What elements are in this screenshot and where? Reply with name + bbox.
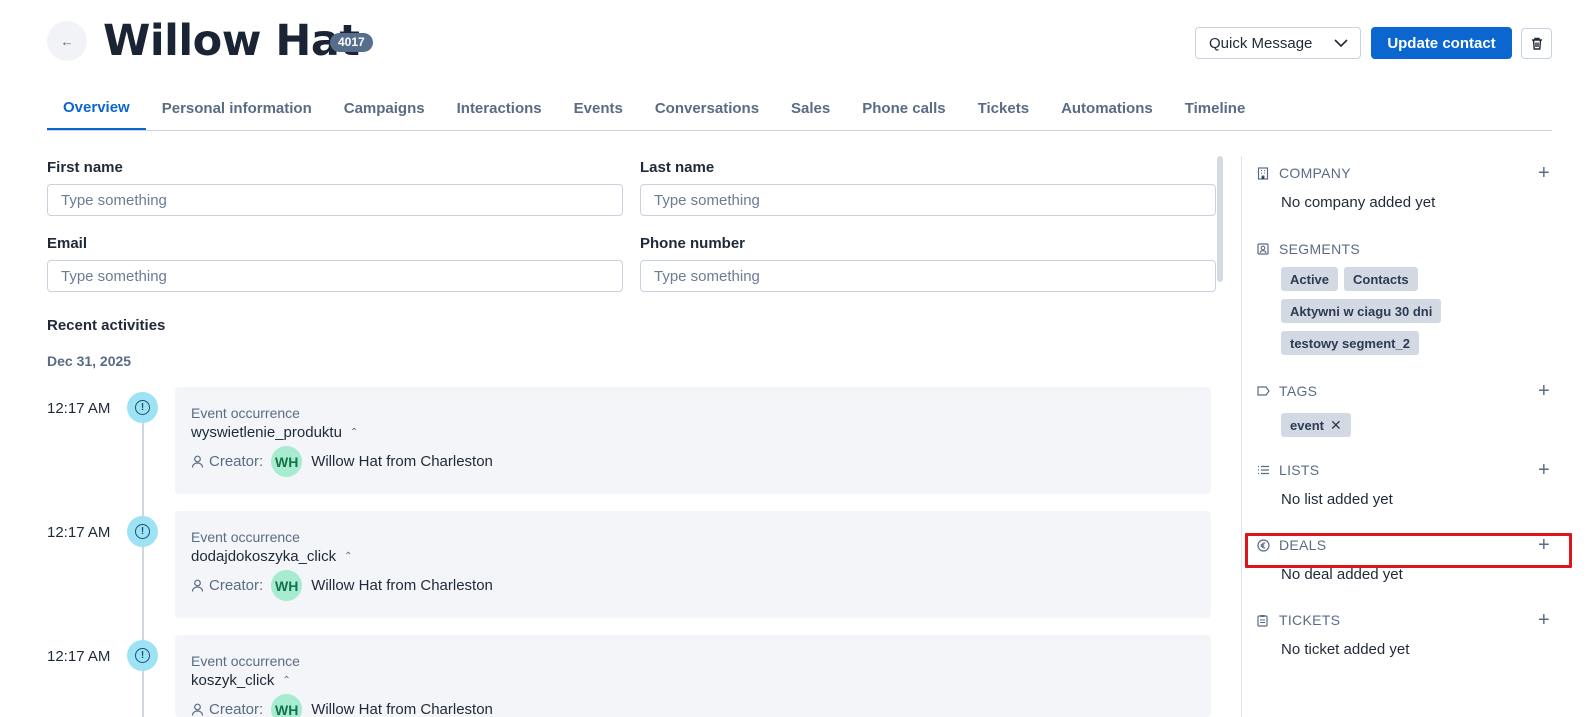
quick-message-dropdown[interactable]: Quick Message [1195,27,1361,59]
tab-bar: Overview Personal information Campaigns … [47,90,1552,131]
email-input[interactable] [47,260,623,292]
chevron-down-icon [1334,38,1348,47]
deals-highlight-box [1245,533,1572,568]
tab-events[interactable]: Events [558,90,639,130]
activity-type: Event occurrence [191,405,300,421]
last-name-label: Last name [640,159,715,176]
tickets-title: TICKETS [1279,612,1341,628]
avatar: WH [271,446,303,477]
chevron-up-icon[interactable]: ⌃ [344,551,352,562]
page-title: Willow Hat [103,16,360,66]
segment-icon [1257,243,1271,255]
segment-chip[interactable]: Active [1281,267,1339,291]
first-name-label: First name [47,159,123,176]
segment-chip[interactable]: testowy segment_2 [1281,331,1419,355]
list-icon [1257,465,1271,475]
tag-chip[interactable]: event ✕ [1281,413,1351,437]
activity-type: Event occurrence [191,529,300,545]
arrow-left-icon: ← [60,33,74,49]
building-icon [1257,166,1271,180]
company-empty-text: No company added yet [1281,194,1436,211]
event-dot: ! [127,516,158,547]
add-list-button[interactable]: + [1538,460,1552,480]
tag-icon [1257,386,1271,396]
tags-section: TAGS + event ✕ [1257,381,1552,437]
avatar: WH [271,694,303,717]
event-dot: ! [127,640,158,671]
recent-activities-title: Recent activities [47,317,166,334]
segments-section: SEGMENTS Active Contacts Aktywni w ciagu … [1257,239,1552,355]
tickets-section: TICKETS + No ticket added yet [1257,610,1552,658]
activity-card: Event occurrence wyswietlenie_produktu ⌃… [175,387,1211,494]
remove-tag-icon[interactable]: ✕ [1330,417,1342,434]
email-label: Email [47,235,88,252]
segment-chip[interactable]: Contacts [1344,267,1418,291]
creator-label: Creator: [209,453,264,470]
phone-number-input[interactable] [640,260,1216,292]
add-company-button[interactable]: + [1538,163,1552,183]
segment-chip[interactable]: Aktywni w ciagu 30 dni [1281,299,1442,323]
creator-name: Willow Hat from Charleston [311,701,493,717]
tickets-empty-text: No ticket added yet [1281,641,1410,658]
back-button[interactable]: ← [47,21,87,61]
trash-icon [1531,37,1542,50]
activity-name: koszyk_click [191,672,275,689]
tab-campaigns[interactable]: Campaigns [328,90,441,130]
company-section: COMPANY + No company added yet [1257,163,1552,211]
chevron-up-icon[interactable]: ⌃ [282,675,290,686]
add-tag-button[interactable]: + [1538,381,1552,401]
creator-label: Creator: [209,577,264,594]
activity-type: Event occurrence [191,653,300,669]
lists-section: LISTS + No list added yet [1257,460,1552,508]
tag-chip-label: event [1290,417,1324,433]
activity-time: 12:17 AM [47,648,111,665]
tags-title: TAGS [1279,383,1318,399]
tab-sales[interactable]: Sales [775,90,846,130]
person-icon [191,579,205,593]
activity-date: Dec 31, 2025 [47,353,132,369]
event-dot: ! [127,392,158,423]
segments-title: SEGMENTS [1279,241,1360,257]
lists-empty-text: No list added yet [1281,491,1393,508]
tab-tickets[interactable]: Tickets [962,90,1045,130]
tab-interactions[interactable]: Interactions [441,90,558,130]
add-ticket-button[interactable]: + [1538,610,1552,630]
activity-time: 12:17 AM [47,400,111,417]
tab-timeline[interactable]: Timeline [1169,90,1262,130]
info-icon: ! [135,400,150,415]
phone-number-label: Phone number [640,235,746,252]
creator-name: Willow Hat from Charleston [311,453,493,470]
quick-message-label: Quick Message [1209,34,1313,52]
activity-card: Event occurrence koszyk_click ⌃ Creator:… [175,635,1211,717]
tab-overview[interactable]: Overview [47,90,146,130]
activity-time: 12:17 AM [47,524,111,541]
last-name-input[interactable] [640,184,1216,216]
first-name-input[interactable] [47,184,623,216]
creator-label: Creator: [209,701,264,717]
contact-id-badge: 4017 [330,33,373,52]
avatar: WH [271,570,303,601]
activity-name: wyswietlenie_produktu [191,424,342,441]
person-icon [191,455,205,469]
tab-automations[interactable]: Automations [1045,90,1169,130]
chevron-up-icon[interactable]: ⌃ [350,427,358,438]
company-title: COMPANY [1279,165,1351,181]
tab-personal-information[interactable]: Personal information [146,90,328,130]
creator-name: Willow Hat from Charleston [311,577,493,594]
tab-phone-calls[interactable]: Phone calls [846,90,961,130]
activity-card: Event occurrence dodajdokoszyka_click ⌃ … [175,511,1211,618]
person-icon [191,703,205,717]
info-icon: ! [135,524,150,539]
lists-title: LISTS [1279,462,1320,478]
clipboard-icon [1257,614,1271,627]
info-icon: ! [135,648,150,663]
activity-name: dodajdokoszyka_click [191,548,337,565]
sidebar-divider [1241,156,1242,717]
deals-empty-text: No deal added yet [1281,566,1403,583]
tab-conversations[interactable]: Conversations [639,90,775,130]
update-contact-button[interactable]: Update contact [1371,27,1512,59]
delete-button[interactable] [1521,28,1552,59]
main-scrollbar[interactable] [1217,156,1223,282]
